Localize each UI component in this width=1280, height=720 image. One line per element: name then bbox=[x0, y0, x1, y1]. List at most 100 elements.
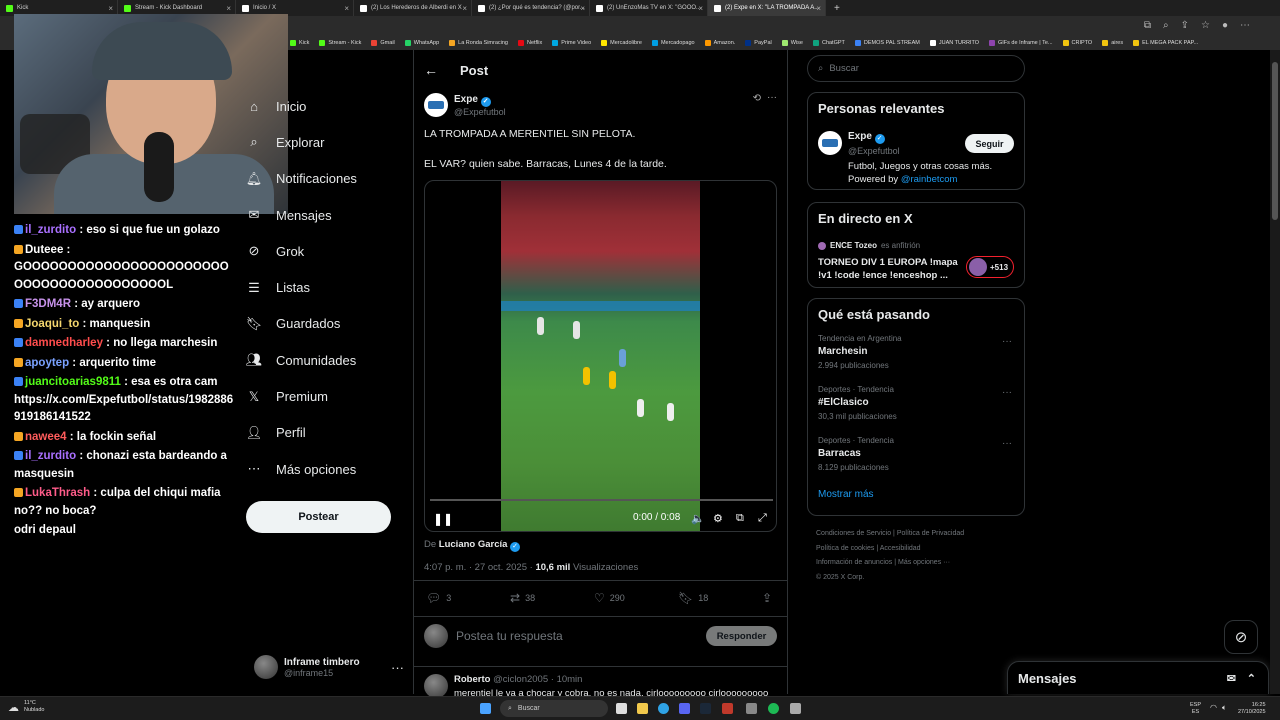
clock-date[interactable]: 27/10/2025 bbox=[1238, 709, 1266, 716]
account-switcher[interactable]: Inframe timbero @inframe15 ··· bbox=[254, 654, 404, 680]
trend-item[interactable]: Deportes · Tendencia Barracas 8.129 public… bbox=[808, 436, 1024, 487]
grok-floating-button[interactable]: ⊘ bbox=[1224, 620, 1258, 654]
reply-author-name[interactable]: Roberto bbox=[454, 674, 490, 685]
footer-link[interactable]: Política de cookies bbox=[816, 545, 874, 552]
discord-icon[interactable] bbox=[679, 703, 690, 714]
tab-close-icon[interactable]: × bbox=[816, 4, 821, 13]
spotify-icon[interactable] bbox=[768, 703, 779, 714]
author-avatar[interactable] bbox=[424, 93, 448, 117]
menu-icon[interactable]: ⋯ bbox=[1240, 20, 1250, 31]
reply-action[interactable]: 💬︎ 3 bbox=[426, 591, 451, 605]
chat-username[interactable]: LukaThrash bbox=[25, 487, 90, 499]
footer-link[interactable]: Más opciones ··· bbox=[898, 559, 950, 566]
chat-username[interactable]: Duteee bbox=[25, 244, 63, 256]
chat-username[interactable]: nawee4 bbox=[25, 431, 67, 443]
nav-item-grok[interactable]: ⊘ Grok bbox=[246, 233, 406, 269]
bookmark-item[interactable]: aires bbox=[1102, 40, 1123, 46]
browser-tab[interactable]: (2) UnEnzoMas TV en X: "GOOO... × bbox=[590, 0, 708, 16]
chat-username[interactable]: il_zurdito bbox=[25, 224, 76, 236]
trend-more-icon[interactable]: ··· bbox=[1002, 438, 1012, 449]
nav-item-inicio[interactable]: ⌂ Inicio bbox=[246, 88, 406, 124]
new-tab-button[interactable]: + bbox=[826, 3, 848, 14]
tab-close-icon[interactable]: × bbox=[108, 4, 113, 13]
expand-icon[interactable]: ⌃ bbox=[1247, 672, 1256, 685]
search-input[interactable]: ⌕ Buscar bbox=[807, 55, 1025, 82]
tab-close-icon[interactable]: × bbox=[226, 4, 231, 13]
browser-tab[interactable]: (2) ¿Por qué es tendencia? (@por... × bbox=[472, 0, 590, 16]
chat-username[interactable]: il_zurdito bbox=[25, 450, 76, 462]
fullscreen-icon[interactable]: ⤢ bbox=[758, 512, 767, 525]
bookmark-item[interactable]: DEMOS PAL STREAM bbox=[854, 40, 920, 46]
start-icon[interactable] bbox=[480, 703, 491, 714]
bookmark-item[interactable]: JUAN TURRITO bbox=[929, 40, 979, 46]
bookmark-item[interactable]: Prime Video bbox=[552, 40, 591, 46]
follow-button[interactable]: Seguir bbox=[965, 134, 1014, 153]
footer-link[interactable]: Política de Privacidad bbox=[897, 530, 964, 537]
nav-item-listas[interactable]: ☰ Listas bbox=[246, 269, 406, 305]
task-view-icon[interactable] bbox=[616, 703, 627, 714]
app-icon[interactable] bbox=[746, 703, 757, 714]
trend-more-icon[interactable]: ··· bbox=[1002, 336, 1012, 347]
chat-username[interactable]: juancitoarias9811 bbox=[25, 376, 121, 388]
scrollbar-thumb[interactable] bbox=[1272, 62, 1278, 220]
bookmark-item[interactable]: La Ronda Simracing bbox=[449, 40, 508, 46]
bookmark-item[interactable]: EL MEGA PACK PAP... bbox=[1133, 40, 1198, 46]
nav-item-explorar[interactable]: ⌕ Explorar bbox=[246, 124, 406, 160]
relevant-avatar[interactable] bbox=[818, 131, 842, 155]
chat-username[interactable]: F3DM4R bbox=[25, 298, 71, 310]
profile-icon[interactable]: ● bbox=[1222, 20, 1228, 31]
back-arrow-icon[interactable]: ← bbox=[424, 62, 438, 78]
browser-tab[interactable]: (2) Los Herederos de Alberdi en X × bbox=[354, 0, 472, 16]
more-icon[interactable]: ··· bbox=[391, 660, 404, 675]
video-player[interactable]: ❚❚ 0:00 / 0:08 🔈 ⚙ ⧉ ⤢ bbox=[424, 180, 777, 532]
nav-item-guardados[interactable]: 🔖︎ Guardados bbox=[246, 306, 406, 342]
repost-action[interactable]: ⇄ 38 bbox=[510, 591, 535, 605]
volume-icon[interactable]: 🔈︎ bbox=[1222, 703, 1227, 713]
post-more-icon[interactable]: ··· bbox=[767, 92, 777, 103]
nav-item-más-opciones[interactable]: ⋯ Más opciones bbox=[246, 451, 406, 487]
weather-widget[interactable]: ☁ 11°C Nublado bbox=[8, 700, 45, 714]
zoom-icon[interactable]: ⌕ bbox=[1163, 20, 1169, 31]
show-more-link[interactable]: Mostrar más bbox=[808, 489, 1024, 500]
messages-drawer[interactable]: Mensajes ✉ ⌃ bbox=[1007, 661, 1269, 694]
live-host[interactable]: ENCE Tozeo bbox=[830, 241, 877, 250]
bookmark-item[interactable]: Kick bbox=[290, 40, 309, 46]
bookmark-item[interactable]: Netflix bbox=[518, 40, 542, 46]
pause-icon[interactable]: ❚❚ bbox=[433, 512, 453, 526]
bookmark-item[interactable]: PayPal bbox=[745, 40, 772, 46]
trend-item[interactable]: Tendencia en Argentina Marchesin 2.994 pub… bbox=[808, 334, 1024, 385]
relevant-link[interactable]: @rainbetcom bbox=[901, 174, 958, 185]
bookmark-item[interactable]: Mercadopago bbox=[651, 40, 695, 46]
bookmark-item[interactable]: CRIPTO bbox=[1062, 40, 1092, 46]
picture-in-picture-icon[interactable]: ⧉ bbox=[736, 512, 744, 525]
tab-close-icon[interactable]: × bbox=[580, 4, 585, 13]
nav-item-notificaciones[interactable]: 🔔︎ Notificaciones bbox=[246, 161, 406, 197]
bookmark-item[interactable]: WhatsApp bbox=[404, 40, 439, 46]
footer-link[interactable]: Condiciones de Servicio bbox=[816, 530, 891, 537]
footer-link[interactable]: © 2025 X Corp. bbox=[816, 574, 864, 581]
bookmark-action[interactable]: 🔖︎ 18 bbox=[678, 591, 708, 605]
bookmark-item[interactable]: Amazon. bbox=[704, 40, 735, 46]
share-icon[interactable]: ⇪ bbox=[1181, 20, 1189, 31]
app-icon[interactable] bbox=[790, 703, 801, 714]
relevant-name[interactable]: Expe bbox=[848, 131, 872, 142]
nav-item-premium[interactable]: 𝕏 Premium bbox=[246, 378, 406, 414]
steam-icon[interactable] bbox=[700, 703, 711, 714]
file-explorer-icon[interactable] bbox=[637, 703, 648, 714]
like-action[interactable]: ♡ 290 bbox=[594, 591, 625, 605]
author-name[interactable]: Expe bbox=[454, 94, 478, 105]
taskbar-search[interactable]: ⌕ Buscar bbox=[500, 700, 608, 717]
author-handle[interactable]: @Expefutbol bbox=[454, 107, 506, 117]
bookmark-item[interactable]: Wise bbox=[781, 40, 803, 46]
nav-item-comunidades[interactable]: 👥︎ Comunidades bbox=[246, 342, 406, 378]
new-message-icon[interactable]: ✉ bbox=[1227, 672, 1236, 685]
bookmark-item[interactable]: Mercadolibre bbox=[601, 40, 642, 46]
volume-icon[interactable]: 🔈 bbox=[691, 512, 705, 525]
extension-icon[interactable]: ⧉ bbox=[1144, 20, 1151, 31]
post-button[interactable]: Postear bbox=[246, 501, 391, 533]
reply-item[interactable]: Roberto @ciclon2005 · 10min merentiel le… bbox=[424, 674, 768, 698]
chat-username[interactable]: damnedharley bbox=[25, 337, 103, 349]
bookmark-item[interactable]: Gmail bbox=[371, 40, 395, 46]
trend-more-icon[interactable]: ··· bbox=[1002, 387, 1012, 398]
video-progress-bar[interactable] bbox=[430, 499, 773, 501]
